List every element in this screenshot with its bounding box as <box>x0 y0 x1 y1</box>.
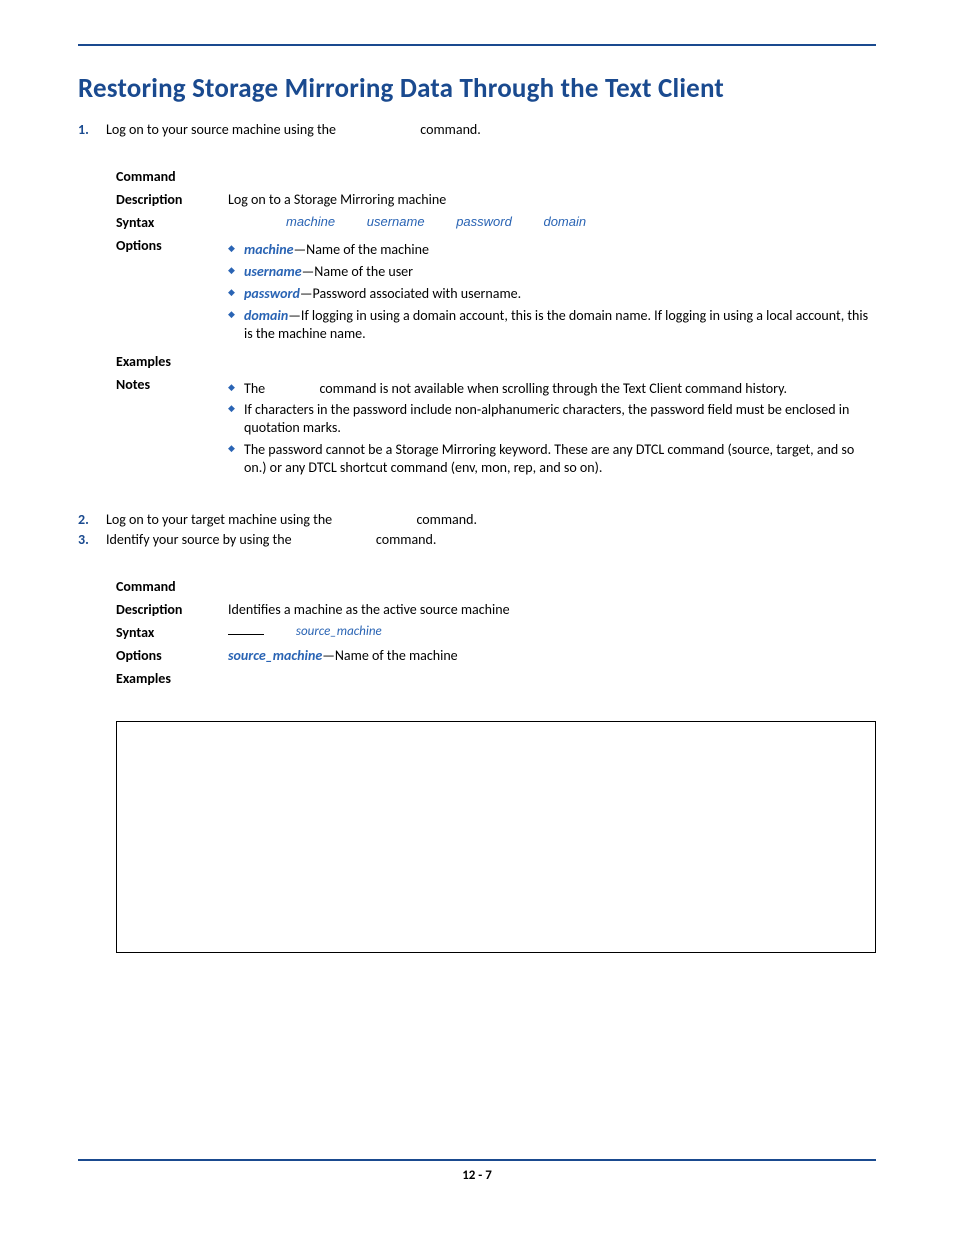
login-command-label: Command <box>116 168 228 185</box>
option-machine-name: machine <box>244 241 294 258</box>
syntax-param-domain: domain <box>543 214 586 229</box>
source-examples-label: Examples <box>116 670 228 687</box>
step-2-pre: Log on to your target machine using the <box>106 511 335 528</box>
source-syntax-value: source_machine <box>228 624 876 641</box>
note-1a: The <box>244 380 268 397</box>
source-description-label: Description <box>116 601 228 618</box>
step-1-pre: Log on to your source machine using the <box>106 121 339 138</box>
step-1-post: command. <box>417 121 481 138</box>
step-3-number: 3. <box>78 531 106 548</box>
source-command-label: Command <box>116 578 228 595</box>
step-2-number: 2. <box>78 511 106 528</box>
syntax-param-machine: machine <box>286 214 335 229</box>
option-domain: domain—If logging in using a domain acco… <box>228 307 876 343</box>
login-options-value: machine—Name of the machine username—Nam… <box>228 237 876 347</box>
source-command-block: Command Description Identifies a machine… <box>116 578 876 687</box>
step-1-cmd <box>339 123 417 138</box>
step-2-cmd <box>335 513 413 528</box>
page-number: 12 - 7 <box>0 1168 954 1183</box>
page-title: Restoring Storage Mirroring Data Through… <box>78 72 876 105</box>
step-1-number: 1. <box>78 121 106 138</box>
option-password-desc: —Password associated with username. <box>300 285 521 302</box>
login-description-value: Log on to a Storage Mirroring machine <box>228 191 876 208</box>
syntax-param-password: password <box>456 214 512 229</box>
step-1-text: Log on to your source machine using the … <box>106 121 876 138</box>
login-examples-value <box>228 353 876 370</box>
option-domain-name: domain <box>244 307 288 324</box>
source-examples-value <box>228 670 876 687</box>
login-syntax-label: Syntax <box>116 214 228 231</box>
step-3-cmd <box>295 533 373 548</box>
source-options-value: source_machine—Name of the machine <box>228 647 876 664</box>
login-command-block: Command Description Log on to a Storage … <box>116 168 876 481</box>
step-3-text: Identify your source by using the comman… <box>106 531 876 548</box>
step-3: 3. Identify your source by using the com… <box>78 531 876 548</box>
option-password: password—Password associated with userna… <box>228 285 876 303</box>
source-description-value: Identifies a machine as the active sourc… <box>228 601 876 618</box>
login-notes-label: Notes <box>116 376 228 482</box>
bottom-rule <box>78 1159 876 1161</box>
note-3: The password cannot be a Storage Mirrori… <box>228 441 876 477</box>
option-password-name: password <box>244 285 300 302</box>
source-syntax-label: Syntax <box>116 624 228 641</box>
step-2: 2. Log on to your target machine using t… <box>78 511 876 528</box>
note-1: The command is not available when scroll… <box>228 380 876 398</box>
login-command-value <box>228 168 876 185</box>
option-machine: machine—Name of the machine <box>228 241 876 259</box>
option-username-name: username <box>244 263 302 280</box>
step-3-pre: Identify your source by using the <box>106 531 295 548</box>
source-option-name: source_machine <box>228 647 322 664</box>
login-syntax-value: machine username password domain <box>228 214 876 231</box>
step-2-text: Log on to your target machine using the … <box>106 511 876 528</box>
login-description-label: Description <box>116 191 228 208</box>
source-syntax-param: source_machine <box>296 624 382 639</box>
note-2: If characters in the password include no… <box>228 401 876 437</box>
step-3-post: command. <box>373 531 437 548</box>
note-1b: command is not available when scrolling … <box>316 380 787 397</box>
source-options-label: Options <box>116 647 228 664</box>
source-option-desc: —Name of the machine <box>322 647 457 664</box>
source-syntax-underline <box>228 634 264 635</box>
login-options-label: Options <box>116 237 228 347</box>
option-machine-desc: —Name of the machine <box>294 241 429 258</box>
syntax-param-username: username <box>367 214 425 229</box>
top-rule <box>78 44 876 46</box>
option-username-desc: —Name of the user <box>302 263 413 280</box>
source-command-value <box>228 578 876 595</box>
option-domain-desc: —If logging in using a domain account, t… <box>244 307 868 342</box>
step-1: 1. Log on to your source machine using t… <box>78 121 876 138</box>
login-notes-value: The command is not available when scroll… <box>228 376 876 482</box>
boxed-note-area <box>116 721 876 953</box>
step-2-post: command. <box>413 511 477 528</box>
login-examples-label: Examples <box>116 353 228 370</box>
option-username: username—Name of the user <box>228 263 876 281</box>
